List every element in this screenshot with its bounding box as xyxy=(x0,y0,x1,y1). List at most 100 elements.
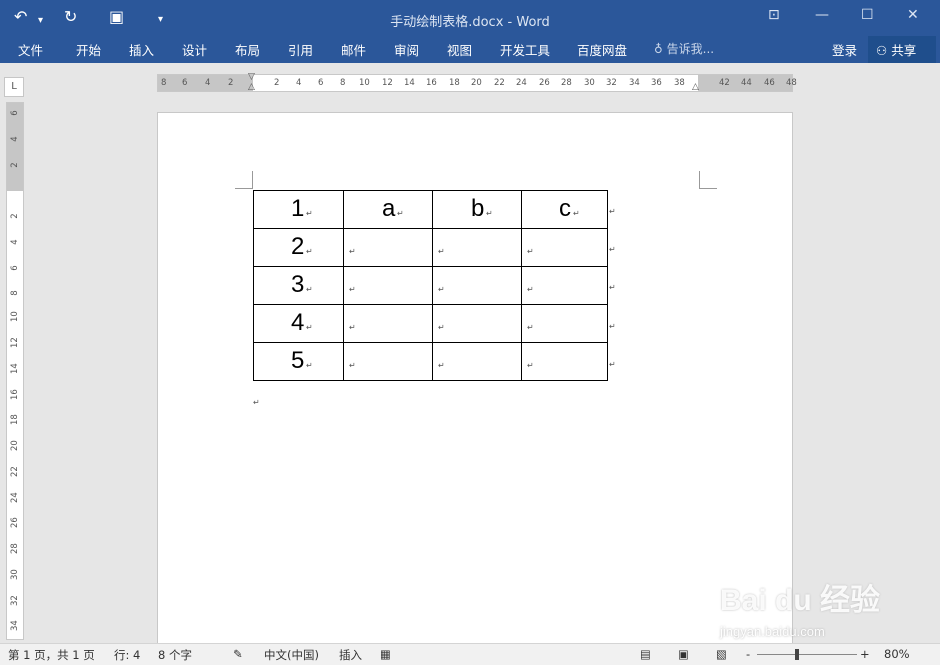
tell-me-box[interactable]: ♁ 告诉我... xyxy=(654,40,714,57)
ruler-tick: 30 xyxy=(584,78,595,88)
cell-text: b xyxy=(471,195,485,222)
ruler-tick: 28 xyxy=(561,78,572,88)
table-cell[interactable]: ↵ xyxy=(432,304,522,343)
zoom-out-button[interactable]: - xyxy=(746,647,750,661)
tab-selector-icon[interactable]: L xyxy=(4,77,24,97)
zoom-level[interactable]: 80% xyxy=(884,647,910,661)
table-cell[interactable]: 2 ↵ xyxy=(253,228,344,267)
table-cell[interactable]: b ↵ xyxy=(432,190,522,229)
horizontal-ruler[interactable]: 8 6 4 2 2 4 6 8 10 12 14 16 18 20 22 24 … xyxy=(157,72,797,92)
table-cell[interactable]: 4 ↵ xyxy=(253,304,344,343)
table-cell[interactable]: ↵ xyxy=(521,266,608,305)
table-cell[interactable]: c ↵ xyxy=(521,190,608,229)
tab-view[interactable]: 视图 xyxy=(447,40,472,59)
paragraph-mark: ↵ xyxy=(397,209,404,218)
table-cell[interactable]: ↵ xyxy=(432,342,522,381)
table-cell[interactable]: 5 ↵ xyxy=(253,342,344,381)
horizontal-ruler-area: L 8 6 4 2 2 4 6 8 10 12 14 16 18 20 22 2… xyxy=(0,63,940,97)
ruler-tick: 20 xyxy=(10,440,20,451)
hanging-indent-marker[interactable]: △ xyxy=(248,82,255,92)
ruler-tick: 4 xyxy=(205,78,211,88)
cell-text: c xyxy=(559,195,571,222)
vertical-ruler[interactable]: 6 4 2 2 4 6 8 10 12 14 16 18 20 22 24 26… xyxy=(6,102,24,640)
crop-mark-top-left xyxy=(235,171,253,189)
cell-text: 4 xyxy=(291,309,305,336)
tab-developer[interactable]: 开发工具 xyxy=(500,40,550,59)
paragraph-mark: ↵ xyxy=(527,285,534,294)
document-page[interactable]: 1 ↵ a ↵ b ↵ c ↵ 2 ↵ ↵ ↵ ↵ 3 ↵ ↵ ↵ ↵ 4 ↵ ↵ ↵ ↵ 5… xyxy=(157,112,793,647)
ruler-tick: 26 xyxy=(539,78,550,88)
table-cell[interactable]: ↵ xyxy=(521,228,608,267)
macro-recording-icon[interactable]: ▦ xyxy=(380,647,391,661)
login-button[interactable]: 登录 xyxy=(832,40,857,59)
table-cell[interactable]: ↵ xyxy=(343,228,433,267)
web-layout-icon[interactable]: ▧ xyxy=(716,647,727,661)
ruler-tick: 8 xyxy=(340,78,346,88)
ribbon-tabs: 文件 开始 插入 设计 布局 引用 邮件 审阅 视图 开发工具 百度网盘 ♁ 告… xyxy=(0,36,940,63)
lightbulb-icon: ♁ xyxy=(654,42,663,56)
table-cell[interactable]: ↵ xyxy=(343,266,433,305)
tab-layout[interactable]: 布局 xyxy=(235,40,260,59)
tab-file[interactable]: 文件 xyxy=(18,40,43,59)
ruler-tick: 6 xyxy=(318,78,324,88)
ruler-tick: 34 xyxy=(629,78,640,88)
word-count[interactable]: 8 个字 xyxy=(158,647,192,663)
table-cell[interactable]: ↵ xyxy=(521,304,608,343)
maximize-icon[interactable]: ☐ xyxy=(861,7,874,23)
paragraph-mark: ↵ xyxy=(306,285,313,294)
tab-review[interactable]: 审阅 xyxy=(394,40,419,59)
ribbon-display-icon[interactable]: ⊡ xyxy=(768,7,780,23)
table-row: 5 ↵ ↵ ↵ ↵ xyxy=(253,342,608,381)
tell-me-label: 告诉我... xyxy=(666,42,715,56)
ruler-tick: 16 xyxy=(10,389,20,400)
title-bar: ↶ ▾ ↻ ▣ ▾ 手动绘制表格.docx - Word ⊡ — ☐ ✕ xyxy=(0,0,940,36)
tab-insert[interactable]: 插入 xyxy=(129,40,154,59)
ruler-tick: 32 xyxy=(10,595,20,606)
cell-text: 5 xyxy=(291,347,305,374)
tab-mailings[interactable]: 邮件 xyxy=(341,40,366,59)
cell-text: 3 xyxy=(291,271,305,298)
table-cell[interactable]: 1 ↵ xyxy=(253,190,344,229)
crop-mark-top-right xyxy=(699,171,717,189)
share-label: 共享 xyxy=(891,43,917,58)
table-cell[interactable]: ↵ xyxy=(521,342,608,381)
first-line-indent-marker[interactable]: ▽ xyxy=(248,72,255,82)
line-number[interactable]: 行: 4 xyxy=(114,647,140,663)
right-indent-marker[interactable]: △ xyxy=(692,82,699,92)
print-layout-icon[interactable]: ▣ xyxy=(678,647,689,661)
paragraph-mark: ↵ xyxy=(349,323,356,332)
ruler-tick: 2 xyxy=(228,78,234,88)
table-cell[interactable]: ↵ xyxy=(343,304,433,343)
ruler-tick: 24 xyxy=(516,78,527,88)
tab-home[interactable]: 开始 xyxy=(76,40,101,59)
tab-design[interactable]: 设计 xyxy=(182,40,207,59)
minimize-icon[interactable]: — xyxy=(815,7,829,23)
language[interactable]: 中文(中国) xyxy=(264,647,319,663)
tab-references[interactable]: 引用 xyxy=(288,40,313,59)
share-button[interactable]: ⚇ 共享 xyxy=(868,36,936,63)
document-table[interactable]: 1 ↵ a ↵ b ↵ c ↵ 2 ↵ ↵ ↵ ↵ 3 ↵ ↵ ↵ ↵ 4 ↵ ↵ ↵ ↵ 5… xyxy=(253,190,608,381)
paragraph-mark: ↵ xyxy=(306,247,313,256)
row-end-mark: ↵ xyxy=(609,245,616,254)
ruler-tick: 18 xyxy=(10,414,20,425)
table-cell[interactable]: ↵ xyxy=(432,228,522,267)
status-bar: 第 1 页，共 1 页 行: 4 8 个字 ✎ 中文(中国) 插入 ▦ ▤ ▣ … xyxy=(0,643,940,665)
zoom-slider-thumb[interactable] xyxy=(795,649,799,660)
table-cell[interactable]: ↵ xyxy=(432,266,522,305)
insert-mode[interactable]: 插入 xyxy=(339,647,362,663)
paragraph-mark: ↵ xyxy=(573,209,580,218)
table-cell[interactable]: ↵ xyxy=(343,342,433,381)
proofing-icon[interactable]: ✎ xyxy=(233,647,243,661)
tab-baidu-netdisk[interactable]: 百度网盘 xyxy=(577,40,627,59)
page-count[interactable]: 第 1 页，共 1 页 xyxy=(8,647,95,663)
table-cell[interactable]: 3 ↵ xyxy=(253,266,344,305)
zoom-slider-track[interactable] xyxy=(757,654,857,655)
ruler-tick: 6 xyxy=(10,110,20,116)
ruler-tick: 22 xyxy=(10,466,20,477)
table-row: 1 ↵ a ↵ b ↵ c ↵ xyxy=(253,190,608,229)
table-cell[interactable]: a ↵ xyxy=(343,190,433,229)
ruler-tick: 30 xyxy=(10,569,20,580)
read-mode-icon[interactable]: ▤ xyxy=(640,647,651,661)
zoom-in-button[interactable]: + xyxy=(860,647,870,661)
close-icon[interactable]: ✕ xyxy=(907,7,919,23)
